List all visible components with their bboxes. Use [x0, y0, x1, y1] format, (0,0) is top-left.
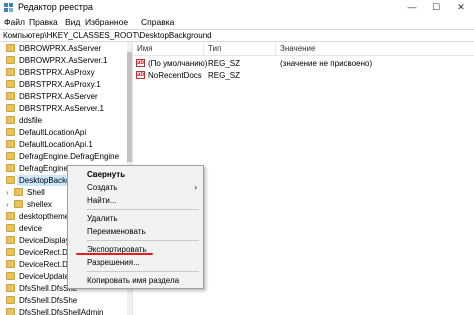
string-value-icon: ab — [136, 71, 145, 79]
folder-icon — [6, 212, 15, 220]
registry-editor-icon — [4, 3, 13, 12]
menu-file[interactable]: Файл — [4, 17, 25, 27]
folder-icon — [6, 140, 15, 148]
chevron-right-icon[interactable]: › — [6, 199, 14, 210]
value-type: REG_SZ — [208, 71, 241, 80]
menu-item-collapse[interactable]: Свернуть — [68, 169, 203, 181]
folder-icon — [6, 284, 15, 292]
folder-icon — [6, 272, 15, 280]
table-row[interactable]: ab (По умолчанию) REG_SZ (значение не пр… — [133, 58, 474, 70]
menu-separator — [87, 271, 199, 272]
folder-icon — [6, 44, 15, 52]
folder-icon — [6, 68, 15, 76]
menu-item-new[interactable]: Создать › — [68, 182, 203, 194]
column-type-header[interactable]: Тип — [208, 44, 221, 53]
menu-separator — [87, 240, 199, 241]
minimize-button[interactable]: — — [400, 0, 424, 15]
address-bar[interactable]: Компьютер\HKEY_CLASSES_ROOT\DesktopBackg… — [0, 29, 474, 42]
maximize-button[interactable]: ☐ — [424, 0, 448, 15]
menu-item-permissions[interactable]: Разрешения... — [68, 257, 203, 269]
column-value-header[interactable]: Значение — [280, 44, 315, 53]
folder-icon — [6, 164, 15, 172]
title-bar: Редактор реестра — ☐ ✕ — [0, 0, 474, 15]
folder-icon — [6, 80, 15, 88]
value-type: REG_SZ — [208, 59, 241, 68]
folder-icon — [6, 104, 15, 112]
menu-item-find[interactable]: Найти... — [68, 195, 203, 207]
menu-item-rename[interactable]: Переименовать — [68, 226, 203, 238]
context-menu: Свернуть Создать › Найти... Удалить Пере… — [67, 165, 204, 289]
column-name-header[interactable]: Имя — [137, 44, 153, 53]
chevron-right-icon: › — [194, 183, 197, 192]
folder-icon — [6, 128, 15, 136]
menu-edit[interactable]: Правка — [29, 17, 58, 27]
address-path[interactable]: Компьютер\HKEY_CLASSES_ROOT\DesktopBackg… — [3, 31, 212, 40]
folder-icon — [6, 236, 15, 244]
folder-icon — [6, 308, 15, 315]
menu-item-delete[interactable]: Удалить — [68, 213, 203, 225]
export-highlight-underline — [76, 253, 153, 255]
folder-icon — [6, 56, 15, 64]
folder-icon — [6, 296, 15, 304]
folder-icon — [6, 260, 15, 268]
column-divider[interactable] — [275, 42, 276, 56]
menu-favorites[interactable]: Избранное — [85, 17, 128, 27]
close-button[interactable]: ✕ — [449, 0, 473, 15]
folder-open-icon — [6, 176, 15, 184]
menu-view[interactable]: Вид — [65, 17, 80, 27]
menu-item-copy-key-name[interactable]: Копировать имя раздела — [68, 275, 203, 287]
value-name: (По умолчанию) — [148, 59, 208, 68]
value-name: NoRecentDocs — [148, 71, 202, 80]
value-data: (значение не присвоено) — [280, 59, 373, 68]
column-divider[interactable] — [203, 42, 204, 56]
folder-icon — [14, 200, 23, 208]
table-row[interactable]: ab NoRecentDocs REG_SZ — [133, 70, 474, 82]
folder-icon — [6, 152, 15, 160]
menu-item-label: Создать — [87, 183, 118, 192]
chevron-right-icon[interactable]: › — [6, 187, 14, 198]
string-value-icon: ab — [136, 59, 145, 67]
folder-icon — [14, 188, 23, 196]
folder-icon — [6, 224, 15, 232]
menu-separator — [87, 209, 199, 210]
window-title: Редактор реестра — [18, 2, 93, 12]
folder-icon — [6, 92, 15, 100]
folder-icon — [6, 116, 15, 124]
list-header: Имя Тип Значение — [133, 42, 474, 56]
menu-help[interactable]: Справка — [141, 17, 174, 27]
menu-bar: Файл Правка Вид Избранное Справка — [0, 15, 474, 29]
folder-icon — [6, 248, 15, 256]
